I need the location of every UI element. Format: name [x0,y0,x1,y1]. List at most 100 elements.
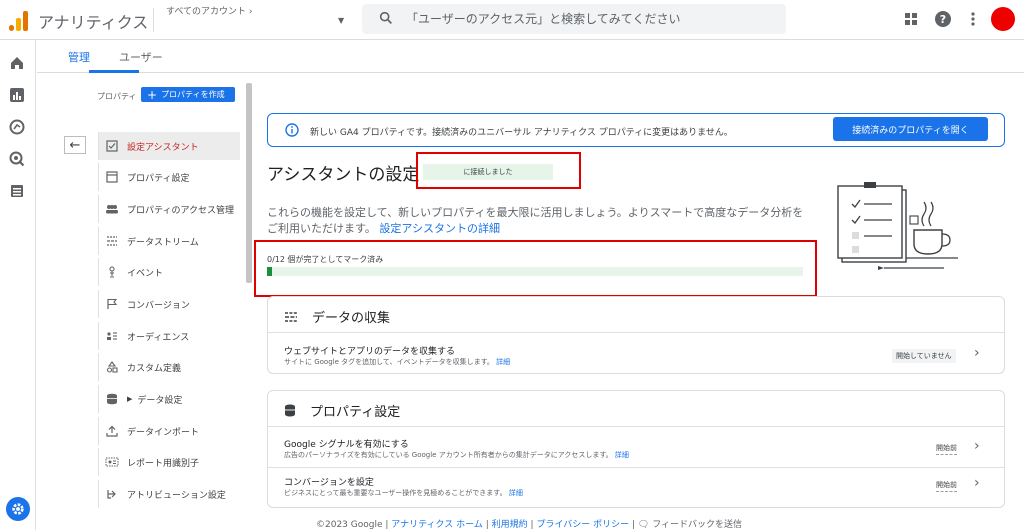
card-header: プロパティ設定 [284,401,400,420]
highlight-box-progress [254,240,817,297]
create-property-label: プロパティを作成 [161,90,225,99]
account-label: すべてのアカウント [166,7,247,17]
upload-icon [105,424,119,438]
data-stream-icon [105,234,119,248]
back-arrow-icon[interactable]: ← [64,136,86,154]
info-icon [285,123,299,137]
avatar[interactable] [991,7,1015,31]
tab-users[interactable]: ユーザー [119,49,163,65]
people-icon [105,202,119,216]
sidebar-item-label: プロパティのアクセス管理 [127,205,235,216]
status-badge: 開始前 [936,443,957,455]
library-icon[interactable] [9,183,25,199]
chevron-right-icon: › [248,7,253,17]
sidebar-item-label: 設定アシスタント [127,142,199,153]
sidebar-item-label: レポート用識別子 [127,458,200,469]
chevron-right-icon[interactable]: › [974,475,980,491]
sidebar-item-label: アトリビューション設定 [127,490,226,501]
sidebar-item-data-import[interactable]: データインポート [98,417,240,445]
row-subtitle-text: サイトに Google タグを追加して、イベントデータを収集します。 [284,358,494,366]
checkbox-icon [105,139,119,153]
audience-icon [105,329,119,343]
property-section-label: プロパティ [97,92,137,101]
tab-admin[interactable]: 管理 [68,49,90,65]
data-stream-icon [285,311,297,322]
more-vert-icon[interactable] [964,10,982,28]
account-selector[interactable]: すべてのアカウント › [166,4,253,17]
status-badge: 開始していません [892,349,956,363]
database-icon [105,392,119,406]
feedback-link[interactable]: フィードバックを送信 [652,520,742,530]
reports-icon[interactable] [9,87,25,103]
attribution-icon [105,487,119,501]
sidebar-item-reporting-identity[interactable]: レポート用識別子 [98,448,240,476]
analytics-logo-icon[interactable] [9,9,29,31]
chevron-right-icon[interactable]: › [974,438,980,454]
sidebar-item-label: データインポート [127,427,200,438]
plus-icon: + [147,87,158,102]
admin-tabs: 管理 ユーザー [37,40,1024,73]
help-icon[interactable]: ? [934,10,952,28]
sidebar-item-conversions[interactable]: コンバージョン [98,290,240,318]
sidebar-item-audiences[interactable]: オーディエンス [98,322,240,350]
home-icon[interactable] [9,55,25,71]
app-title[interactable]: アナリティクス [38,9,148,33]
row-subtitle-text: ビジネスにとって最も重要なユーザー操作を見極めることができます。 [284,489,507,497]
sidebar-item-property-settings[interactable]: プロパティ設定 [98,163,240,191]
highlight-box-connected [416,152,581,189]
advertising-icon[interactable] [9,151,25,167]
card-header: データの収集 [284,307,390,326]
sidebar-scrollbar[interactable] [246,83,252,283]
footer-link-analytics-home[interactable]: アナリティクス ホーム [391,520,483,530]
row-title[interactable]: コンバージョンを設定 [284,475,374,488]
sidebar-item-label: イベント [127,268,164,279]
row-title[interactable]: ウェブサイトとアプリのデータを収集する [284,344,455,357]
left-nav-rail [0,40,36,530]
apps-grid-icon[interactable] [902,10,920,28]
sidebar-item-events[interactable]: イベント [98,258,240,286]
copyright: ©2023 Google | [316,520,389,530]
row-subtitle-text: 広告のパーソナライズを有効にしている Google アカウント所有者からの集計デ… [284,451,613,459]
expand-triangle-icon[interactable]: ▶ [127,395,132,403]
learn-more-link[interactable]: 詳細 [509,489,523,497]
learn-more-link[interactable]: 詳細 [615,451,629,459]
row-subtitle: サイトに Google タグを追加して、イベントデータを収集します。 詳細 [284,357,510,367]
learn-more-link[interactable]: 詳細 [496,358,510,366]
sidebar-item-data-settings[interactable]: ▶ データ設定 [98,385,240,413]
search-icon [379,11,392,24]
footer-link-terms[interactable]: 利用規約 [492,520,528,530]
sidebar-item-label: カスタム定義 [127,363,182,374]
feedback-icon: 🗨 [637,520,650,530]
explore-icon[interactable] [9,119,25,135]
sidebar-item-attribution-settings[interactable]: アトリビューション設定 [98,480,240,508]
checklist-illustration [837,182,958,270]
sidebar-item-property-access[interactable]: プロパティのアクセス管理 [98,195,240,223]
shapes-icon [105,360,119,374]
sidebar-item-custom-definitions[interactable]: カスタム定義 [98,353,240,381]
assistant-learn-more-link[interactable]: 設定アシスタントの詳細 [379,222,500,235]
footer-link-privacy[interactable]: プライバシー ポリシー [536,520,629,530]
search-bar[interactable] [362,4,786,34]
page-title: アシスタントの設定 [267,165,420,185]
card-title: データの収集 [312,311,391,326]
sidebar-item-label: データ設定 [137,395,183,406]
sidebar-item-label: プロパティ設定 [127,173,190,184]
touch-icon [105,265,119,279]
create-property-button[interactable]: + プロパティを作成 [141,87,235,102]
property-settings-icon [105,170,119,184]
database-icon [285,404,295,417]
search-input[interactable] [406,7,766,31]
data-collection-card: データの収集 ウェブサイトとアプリのデータを収集する サイトに Google タ… [267,296,1005,374]
chevron-right-icon[interactable]: › [974,345,980,361]
assistant-description: これらの機能を設定して、新しいプロパティを最大限に活用しましょう。よりスマートで… [267,205,807,237]
flag-icon [105,297,119,311]
row-title[interactable]: Google シグナルを有効にする [284,437,409,450]
account-dropdown-icon[interactable]: ▼ [338,16,344,25]
top-bar: アナリティクス すべてのアカウント › ▼ ? [0,0,1024,40]
sidebar-item-setup-assistant[interactable]: 設定アシスタント [98,132,240,160]
open-connected-property-button[interactable]: 接続済みのプロパティを開く [833,117,988,141]
admin-gear-icon[interactable] [6,497,30,521]
description-text: これらの機能を設定して、新しいプロパティを最大限に活用しましょう。よりスマートで… [267,206,804,235]
sidebar-item-data-streams[interactable]: データストリーム [98,227,240,255]
identity-icon [105,455,119,469]
